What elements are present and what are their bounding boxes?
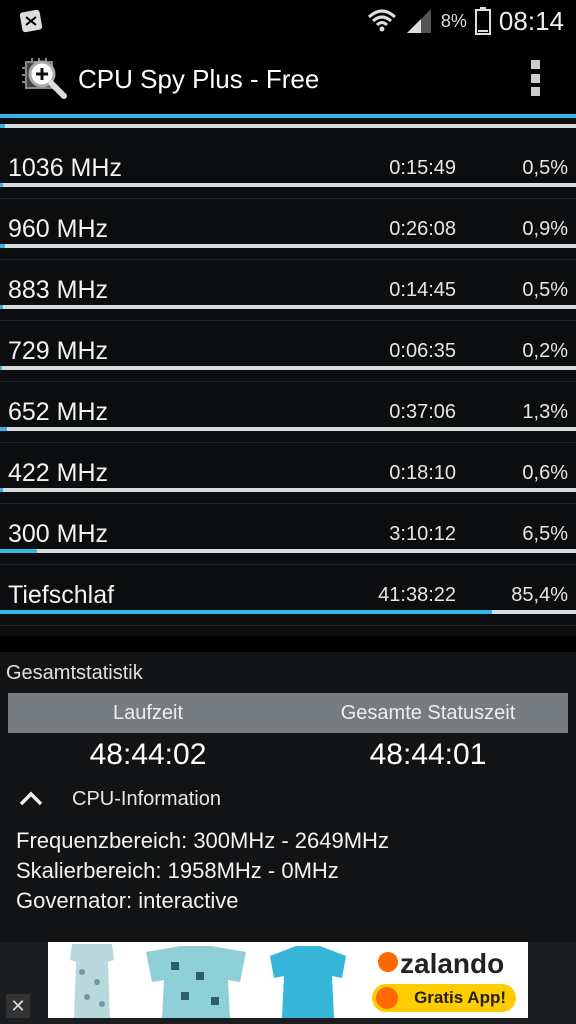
row-divider <box>0 625 576 626</box>
ad-banner[interactable]: zalando Gratis App! <box>48 942 528 1018</box>
time-in-state: 0:37:06 <box>389 401 456 423</box>
ad-cta-button[interactable]: Gratis App! <box>372 984 516 1012</box>
download-icon <box>376 987 398 1009</box>
partial-row <box>0 118 576 128</box>
time-in-state: 3:10:12 <box>389 523 456 545</box>
time-in-state: 0:06:35 <box>389 340 456 362</box>
zalando-logo-icon <box>378 952 398 972</box>
summary-values: 48:44:02 48:44:01 <box>8 738 568 776</box>
cpu-info-details: Frequenzbereich: 300MHz - 2649MHz Skalie… <box>16 826 389 916</box>
progress-track <box>0 244 576 248</box>
chevron-up-icon <box>19 791 43 806</box>
progress-track <box>0 549 576 553</box>
percent-in-state: 85,4% <box>511 584 568 606</box>
wifi-icon <box>367 9 396 32</box>
progress-track <box>0 427 576 431</box>
app-title: CPU Spy Plus - Free <box>78 64 320 94</box>
frequency-label: 422 MHz <box>8 459 109 487</box>
cpu-state-row: Tiefschlaf 41:38:22 85,4% <box>0 565 576 626</box>
summary-title: Gesamtstatistik <box>6 662 143 684</box>
summary-panel: Gesamtstatistik Laufzeit Gesamte Statusz… <box>0 652 576 942</box>
percent-in-state: 6,5% <box>522 523 568 545</box>
progress-fill <box>0 244 5 248</box>
ad-area: ✕ zalando Gratis App! <box>0 942 576 1024</box>
progress-track <box>0 366 576 370</box>
cpu-state-row: 422 MHz 0:18:10 0,6% <box>0 443 576 504</box>
uptime-label: Laufzeit <box>112 702 184 724</box>
cpu-state-row: 1036 MHz 0:15:49 0,5% <box>0 138 576 199</box>
frequency-label: 729 MHz <box>8 337 109 365</box>
battery-icon <box>474 7 491 35</box>
cpu-state-row: 300 MHz 3:10:12 6,5% <box>0 504 576 565</box>
ad-close-button[interactable]: ✕ <box>6 994 30 1018</box>
time-in-state: 0:26:08 <box>389 218 456 240</box>
cpu-info-toggle[interactable]: CPU-Information <box>16 784 221 814</box>
total-state-time-value: 48:44:01 <box>369 738 487 771</box>
percent-in-state: 1,3% <box>522 401 568 423</box>
blue-shirt-image <box>270 946 346 1018</box>
total-state-time-label: Gesamte Statuszeit <box>340 702 516 724</box>
progress-track <box>0 488 576 492</box>
percent-in-state: 0,2% <box>522 340 568 362</box>
cpu-state-row: 729 MHz 0:06:35 0,2% <box>0 321 576 382</box>
battery-percent: 8% <box>440 10 467 31</box>
cpu-info-label: CPU-Information <box>72 787 221 810</box>
ad-brand: zalando <box>400 948 505 979</box>
time-in-state: 0:15:49 <box>389 157 456 179</box>
percent-in-state: 0,6% <box>522 462 568 484</box>
ad-cta-label: Gratis App! <box>414 988 506 1007</box>
progress-fill <box>0 549 37 553</box>
time-in-state: 0:14:45 <box>389 279 456 301</box>
progress-track <box>0 183 576 187</box>
frequency-label: 652 MHz <box>8 398 109 426</box>
signal-icon <box>406 9 431 33</box>
overflow-menu-icon[interactable] <box>530 60 540 96</box>
uptime-value: 48:44:02 <box>89 738 207 771</box>
scaling-range: Skalierbereich: 1958MHz - 0MHz <box>16 858 339 883</box>
progress-fill <box>0 488 3 492</box>
dress-image <box>70 944 114 1018</box>
notification-icon <box>19 9 43 33</box>
cpu-state-list[interactable]: 1036 MHz 0:15:49 0,5% 960 MHz 0:26:08 0,9% 883… <box>0 118 576 636</box>
patterned-top-image <box>146 946 246 1018</box>
time-in-state: 0:18:10 <box>389 462 456 484</box>
status-bar: 8% 08:14 <box>0 0 576 42</box>
cpu-state-row: 960 MHz 0:26:08 0,9% <box>0 199 576 260</box>
frequency-label: Tiefschlaf <box>8 581 115 609</box>
summary-header: Laufzeit Gesamte Statuszeit <box>8 693 568 733</box>
frequency-label: 1036 MHz <box>8 154 122 182</box>
progress-fill <box>0 427 7 431</box>
time-in-state: 41:38:22 <box>378 584 456 606</box>
cpu-state-row: 652 MHz 0:37:06 1,3% <box>0 382 576 443</box>
action-bar: CPU Spy Plus - Free <box>0 42 576 114</box>
percent-in-state: 0,9% <box>522 218 568 240</box>
progress-fill <box>0 183 3 187</box>
percent-in-state: 0,5% <box>522 157 568 179</box>
app-logo-icon[interactable] <box>22 56 70 100</box>
frequency-label: 960 MHz <box>8 215 109 243</box>
cpu-state-row: 883 MHz 0:14:45 0,5% <box>0 260 576 321</box>
progress-track <box>0 305 576 309</box>
percent-in-state: 0,5% <box>522 279 568 301</box>
progress-fill <box>0 610 492 614</box>
frequency-label: 300 MHz <box>8 520 109 548</box>
frequency-label: 883 MHz <box>8 276 109 304</box>
progress-fill <box>0 305 3 309</box>
governor: Governator: interactive <box>16 888 239 913</box>
frequency-range: Frequenzbereich: 300MHz - 2649MHz <box>16 828 389 853</box>
clock: 08:14 <box>498 5 564 36</box>
progress-fill <box>0 366 2 370</box>
